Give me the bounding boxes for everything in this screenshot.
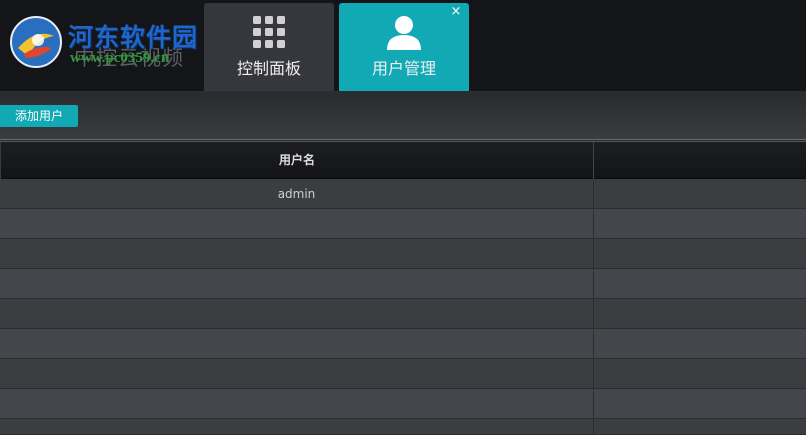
grid-icon bbox=[253, 16, 285, 48]
table-row[interactable] bbox=[0, 269, 806, 299]
cell-username bbox=[0, 329, 594, 359]
table-row[interactable]: admin bbox=[0, 179, 806, 209]
table-row[interactable] bbox=[0, 299, 806, 329]
cell-username bbox=[0, 239, 594, 269]
table-row[interactable] bbox=[0, 359, 806, 389]
cell-actions bbox=[594, 389, 806, 419]
cell-actions bbox=[594, 359, 806, 389]
cell-username: admin bbox=[0, 179, 594, 209]
cell-actions bbox=[594, 179, 806, 209]
column-header-username[interactable]: 用户名 bbox=[0, 142, 594, 179]
cell-username bbox=[0, 209, 594, 239]
watermark-title: 河东软件园 bbox=[68, 23, 199, 52]
brand-area: 中控云视频 河东软件园 www.pc0359.cn bbox=[6, 10, 200, 70]
tab-dashboard[interactable]: 控制面板 bbox=[204, 3, 334, 91]
cell-actions bbox=[594, 239, 806, 269]
cell-username bbox=[0, 299, 594, 329]
table-row[interactable] bbox=[0, 329, 806, 359]
watermark-url: www.pc0359.cn bbox=[70, 50, 170, 66]
cell-username bbox=[0, 359, 594, 389]
toolbar: 添加用户 bbox=[0, 92, 806, 140]
column-header-actions[interactable] bbox=[594, 142, 806, 179]
cell-actions bbox=[594, 269, 806, 299]
app-window: 中控云视频 河东软件园 www.pc0359.cn 控制面板 用户管理 × 添加… bbox=[0, 0, 806, 435]
user-icon bbox=[387, 16, 421, 50]
table-row[interactable] bbox=[0, 419, 806, 435]
cell-username bbox=[0, 269, 594, 299]
close-icon[interactable]: × bbox=[449, 5, 463, 19]
table-row[interactable] bbox=[0, 239, 806, 269]
watermark-logo-icon bbox=[10, 16, 62, 68]
cell-actions bbox=[594, 209, 806, 239]
cell-actions bbox=[594, 329, 806, 359]
user-table: 用户名 admin bbox=[0, 141, 806, 435]
cell-actions bbox=[594, 419, 806, 435]
cell-username bbox=[0, 419, 594, 435]
add-user-button[interactable]: 添加用户 bbox=[0, 105, 78, 127]
tab-user-management[interactable]: 用户管理 × bbox=[339, 3, 469, 91]
cell-username bbox=[0, 389, 594, 419]
tab-user-management-label: 用户管理 bbox=[371, 59, 436, 78]
tab-dashboard-label: 控制面板 bbox=[236, 59, 301, 78]
table-row[interactable] bbox=[0, 389, 806, 419]
cell-actions bbox=[594, 299, 806, 329]
top-bar: 中控云视频 河东软件园 www.pc0359.cn 控制面板 用户管理 × bbox=[0, 0, 806, 92]
table-header: 用户名 bbox=[0, 141, 806, 179]
table-row[interactable] bbox=[0, 209, 806, 239]
